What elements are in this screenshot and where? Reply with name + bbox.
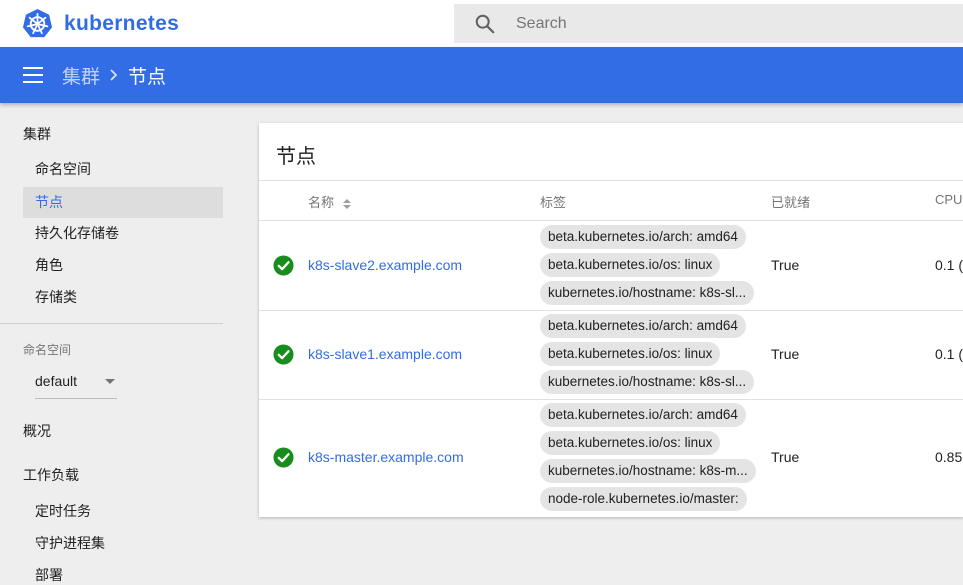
label-chip: beta.kubernetes.io/arch: amd64 <box>540 403 746 427</box>
divider <box>259 180 963 181</box>
sidebar-item-persistent-volumes[interactable]: 持久化存储卷 <box>23 218 223 249</box>
label-chip: beta.kubernetes.io/os: linux <box>540 342 721 366</box>
chevron-right-icon <box>110 69 118 81</box>
divider <box>259 310 963 311</box>
divider <box>259 399 963 400</box>
sidebar-item-daemon-sets[interactable]: 守护进程集 <box>23 528 223 559</box>
namespace-select[interactable]: default <box>35 367 117 399</box>
kubernetes-logo-icon <box>22 8 53 38</box>
check-circle-icon <box>273 447 294 468</box>
navigation-bar: 集群 节点 <box>0 47 963 103</box>
label-chip: beta.kubernetes.io/os: linux <box>540 431 721 455</box>
column-header-name[interactable]: 名称 <box>308 192 352 211</box>
column-header-cpu: CPU <box>935 192 963 207</box>
node-name-link[interactable]: k8s-master.example.com <box>308 449 464 465</box>
label-chip: beta.kubernetes.io/arch: amd64 <box>540 225 746 249</box>
menu-icon[interactable] <box>23 67 43 83</box>
label-chip: kubernetes.io/hostname: k8s-sl... <box>540 370 755 394</box>
check-circle-icon <box>273 344 294 365</box>
search-bar[interactable] <box>454 4 963 43</box>
ready-status: True <box>771 449 800 465</box>
node-name-link[interactable]: k8s-slave1.example.com <box>308 346 462 362</box>
sidebar-item-deployments[interactable]: 部署 <box>23 560 223 585</box>
check-circle-icon <box>273 255 294 276</box>
cpu-value: 0.1 ( <box>935 346 963 362</box>
ready-status: True <box>771 346 800 362</box>
node-name-link[interactable]: k8s-slave2.example.com <box>308 257 462 273</box>
cpu-value: 0.1 ( <box>935 257 963 273</box>
dropdown-arrow-icon <box>105 379 115 384</box>
card-title: 节点 <box>276 146 316 168</box>
ready-status: True <box>771 257 800 273</box>
sidebar-divider <box>0 323 223 324</box>
sidebar-item-nodes[interactable]: 节点 <box>23 187 223 218</box>
sidebar-heading-cluster[interactable]: 集群 <box>23 124 51 144</box>
top-bar: kubernetes <box>0 0 963 47</box>
sidebar: 集群 命名空间 节点 持久化存储卷 角色 存储类 命名空间 default 概况… <box>0 103 223 585</box>
namespace-value: default <box>35 373 78 389</box>
brand-name: kubernetes <box>64 11 180 35</box>
namespace-label: 命名空间 <box>23 343 72 357</box>
sidebar-item-overview[interactable]: 概况 <box>23 421 51 441</box>
column-header-labels: 标签 <box>540 195 567 210</box>
brand[interactable]: kubernetes <box>22 8 179 39</box>
label-chip: kubernetes.io/hostname: k8s-m... <box>540 459 756 483</box>
nodes-card: 节点 名称 标签 已就绪 CPU k8s-slave2.example.com … <box>259 123 963 517</box>
divider <box>259 220 963 221</box>
search-icon <box>475 14 495 33</box>
sidebar-heading-workloads[interactable]: 工作负载 <box>23 465 79 485</box>
sidebar-item-roles[interactable]: 角色 <box>23 250 223 281</box>
label-chip: kubernetes.io/hostname: k8s-sl... <box>540 281 755 305</box>
column-header-ready: 已就绪 <box>771 195 811 210</box>
sort-icon[interactable] <box>342 198 352 210</box>
breadcrumb-parent[interactable]: 集群 <box>62 62 100 89</box>
sidebar-item-namespaces[interactable]: 命名空间 <box>23 154 223 185</box>
label-chip: beta.kubernetes.io/arch: amd64 <box>540 314 746 338</box>
sidebar-item-storage-classes[interactable]: 存储类 <box>23 282 223 313</box>
column-header-name-label: 名称 <box>308 195 335 210</box>
breadcrumb-current: 节点 <box>128 66 167 88</box>
label-chip: node-role.kubernetes.io/master: <box>540 487 747 511</box>
sidebar-item-cron-jobs[interactable]: 定时任务 <box>23 496 223 527</box>
label-chip: beta.kubernetes.io/os: linux <box>540 253 721 277</box>
cpu-value: 0.85 <box>935 449 963 465</box>
search-input[interactable] <box>516 14 896 33</box>
